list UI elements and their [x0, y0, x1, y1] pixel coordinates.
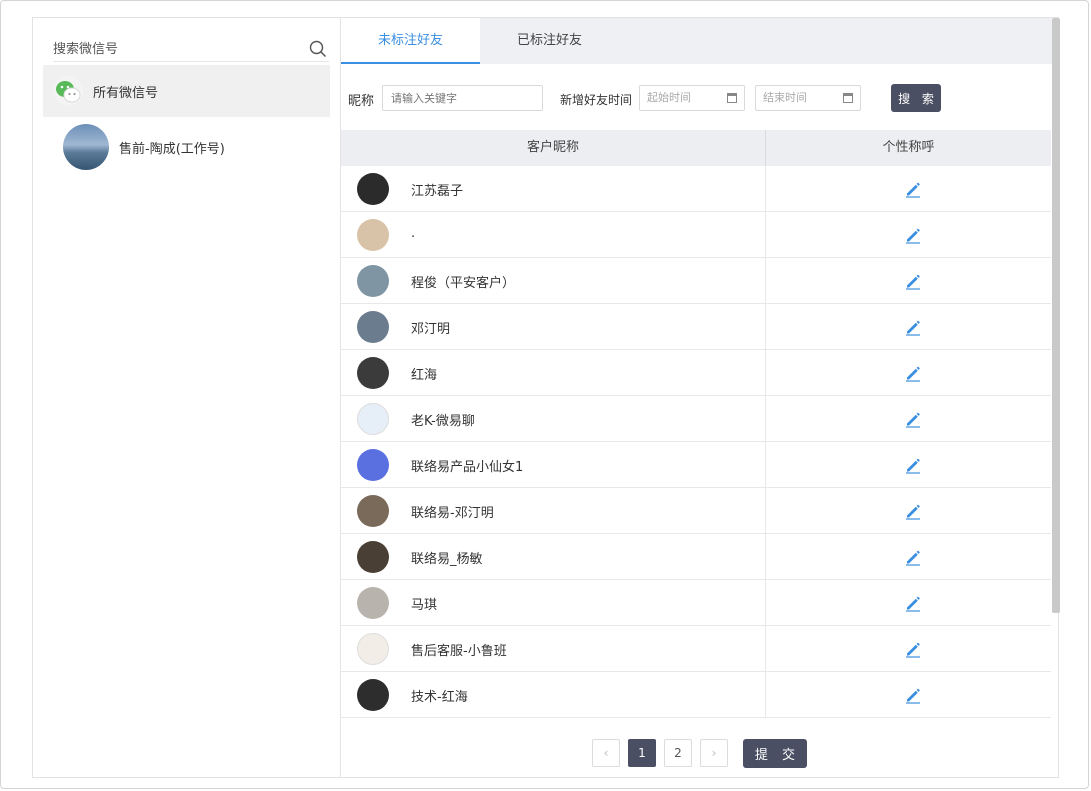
- tab-unlabeled-friends[interactable]: 未标注好友: [341, 18, 480, 64]
- edit-alias-icon[interactable]: [904, 364, 922, 382]
- main-panel: 所有微信号 售前-陶成(工作号) 未标注好友 已标注好友 昵称 新增好友时间 起…: [32, 17, 1060, 778]
- nickname-cell: 红海: [341, 350, 766, 396]
- table-row[interactable]: 程俊（平安客户）: [341, 258, 1051, 304]
- submit-button[interactable]: 提 交: [743, 739, 807, 768]
- table-row[interactable]: 联络易产品小仙女1: [341, 442, 1051, 488]
- avatar: [357, 587, 389, 619]
- tab-labeled-friends[interactable]: 已标注好友: [480, 18, 619, 64]
- avatar: [357, 265, 389, 297]
- edit-alias-icon[interactable]: [904, 686, 922, 704]
- table-row[interactable]: 售后客服-小鲁班: [341, 626, 1051, 672]
- account-item-all[interactable]: 所有微信号: [43, 65, 330, 117]
- avatar: [357, 541, 389, 573]
- customer-nickname: 邓汀明: [411, 322, 451, 337]
- edit-alias-icon[interactable]: [904, 226, 922, 244]
- avatar: [357, 449, 389, 481]
- scrollbar[interactable]: [1052, 18, 1060, 613]
- edit-alias-icon[interactable]: [904, 548, 922, 566]
- customer-nickname: 程俊（平安客户）: [411, 276, 516, 291]
- table-row[interactable]: 江苏磊子: [341, 166, 1051, 212]
- search-button[interactable]: 搜 索: [891, 84, 941, 112]
- customer-nickname: 红海: [411, 368, 438, 383]
- edit-alias-icon[interactable]: [904, 180, 922, 198]
- next-page-button[interactable]: ›: [700, 739, 728, 767]
- table-row[interactable]: .: [341, 212, 1051, 258]
- avatar: [63, 124, 109, 170]
- table-header: 客户昵称 个性称呼: [341, 130, 1051, 166]
- avatar: [357, 633, 389, 665]
- edit-alias-icon[interactable]: [904, 318, 922, 336]
- pagination: ‹ 1 2 › 提 交: [341, 737, 1052, 768]
- window-frame: 所有微信号 售前-陶成(工作号) 未标注好友 已标注好友 昵称 新增好友时间 起…: [0, 0, 1089, 789]
- nickname-cell: 联络易_杨敏: [341, 534, 766, 580]
- nickname-cell: .: [341, 212, 766, 258]
- nickname-cell: 程俊（平安客户）: [341, 258, 766, 304]
- table-row[interactable]: 联络易-邓汀明: [341, 488, 1051, 534]
- table-row[interactable]: 联络易_杨敏: [341, 534, 1051, 580]
- customer-nickname: 老K-微易聊: [411, 414, 475, 429]
- table-row[interactable]: 技术-红海: [341, 672, 1051, 718]
- edit-alias-icon[interactable]: [904, 594, 922, 612]
- add-time-label: 新增好友时间: [560, 93, 633, 107]
- prev-page-button[interactable]: ‹: [592, 739, 620, 767]
- calendar-icon: [727, 93, 737, 103]
- start-date-placeholder: 起始时间: [647, 91, 691, 104]
- nickname-search-input[interactable]: [382, 85, 543, 111]
- nickname-cell: 江苏磊子: [341, 166, 766, 212]
- end-date-placeholder: 结束时间: [763, 91, 807, 104]
- table-row[interactable]: 红海: [341, 350, 1051, 396]
- account-label: 售前-陶成(工作号): [119, 141, 225, 157]
- edit-alias-icon[interactable]: [904, 456, 922, 474]
- customer-nickname: 联络易_杨敏: [411, 552, 483, 567]
- avatar: [357, 219, 389, 251]
- avatar: [357, 311, 389, 343]
- account-search: [53, 38, 329, 62]
- nickname-cell: 马琪: [341, 580, 766, 626]
- nickname-label: 昵称: [348, 94, 375, 109]
- edit-alias-icon[interactable]: [904, 410, 922, 428]
- customer-nickname: 联络易产品小仙女1: [411, 460, 524, 475]
- avatar: [357, 403, 389, 435]
- table-row[interactable]: 老K-微易聊: [341, 396, 1051, 442]
- customer-nickname: 马琪: [411, 598, 438, 613]
- calendar-icon: [843, 93, 853, 103]
- end-date-picker[interactable]: 结束时间: [755, 85, 861, 111]
- avatar: [357, 357, 389, 389]
- wechat-icon: [53, 76, 83, 106]
- account-label: 所有微信号: [93, 85, 159, 101]
- avatar: [357, 679, 389, 711]
- friends-table: 客户昵称 个性称呼 江苏磊子. 程俊（平安客户） 邓汀明红海老K-微易聊联络易产品小…: [341, 130, 1051, 718]
- table-body: 江苏磊子. 程俊（平安客户） 邓汀明红海老K-微易聊联络易产品小仙女1 联络易-邓汀明…: [341, 166, 1051, 718]
- avatar: [357, 495, 389, 527]
- table-row[interactable]: 邓汀明: [341, 304, 1051, 350]
- nickname-cell: 联络易产品小仙女1: [341, 442, 766, 488]
- friends-content: 未标注好友 已标注好友 昵称 新增好友时间 起始时间 结束时间 搜 索: [341, 18, 1052, 777]
- edit-alias-icon[interactable]: [904, 502, 922, 520]
- search-icon[interactable]: [309, 40, 327, 58]
- filter-bar: 昵称 新增好友时间 起始时间 结束时间 搜 索: [341, 64, 1052, 130]
- tab-bar: 未标注好友 已标注好友: [341, 18, 1052, 64]
- nickname-cell: 邓汀明: [341, 304, 766, 350]
- customer-nickname: 技术-红海: [411, 690, 468, 705]
- account-search-input[interactable]: [53, 38, 293, 60]
- customer-nickname: 售后客服-小鲁班: [411, 644, 507, 659]
- page-1-button[interactable]: 1: [628, 739, 656, 767]
- nickname-cell: 技术-红海: [341, 672, 766, 718]
- table-row[interactable]: 马琪: [341, 580, 1051, 626]
- customer-nickname: 联络易-邓汀明: [411, 506, 494, 521]
- page-2-button[interactable]: 2: [664, 739, 692, 767]
- customer-nickname: 江苏磊子: [411, 184, 464, 199]
- nickname-cell: 联络易-邓汀明: [341, 488, 766, 534]
- edit-alias-icon[interactable]: [904, 640, 922, 658]
- column-header-alias: 个性称呼: [882, 140, 935, 155]
- account-item-presales[interactable]: 售前-陶成(工作号): [43, 121, 330, 173]
- customer-nickname: .: [411, 226, 416, 241]
- avatar: [357, 173, 389, 205]
- start-date-picker[interactable]: 起始时间: [639, 85, 745, 111]
- column-header-nickname: 客户昵称: [341, 130, 766, 166]
- nickname-cell: 售后客服-小鲁班: [341, 626, 766, 672]
- edit-alias-icon[interactable]: [904, 272, 922, 290]
- account-sidebar: 所有微信号 售前-陶成(工作号): [33, 18, 341, 777]
- nickname-cell: 老K-微易聊: [341, 396, 766, 442]
